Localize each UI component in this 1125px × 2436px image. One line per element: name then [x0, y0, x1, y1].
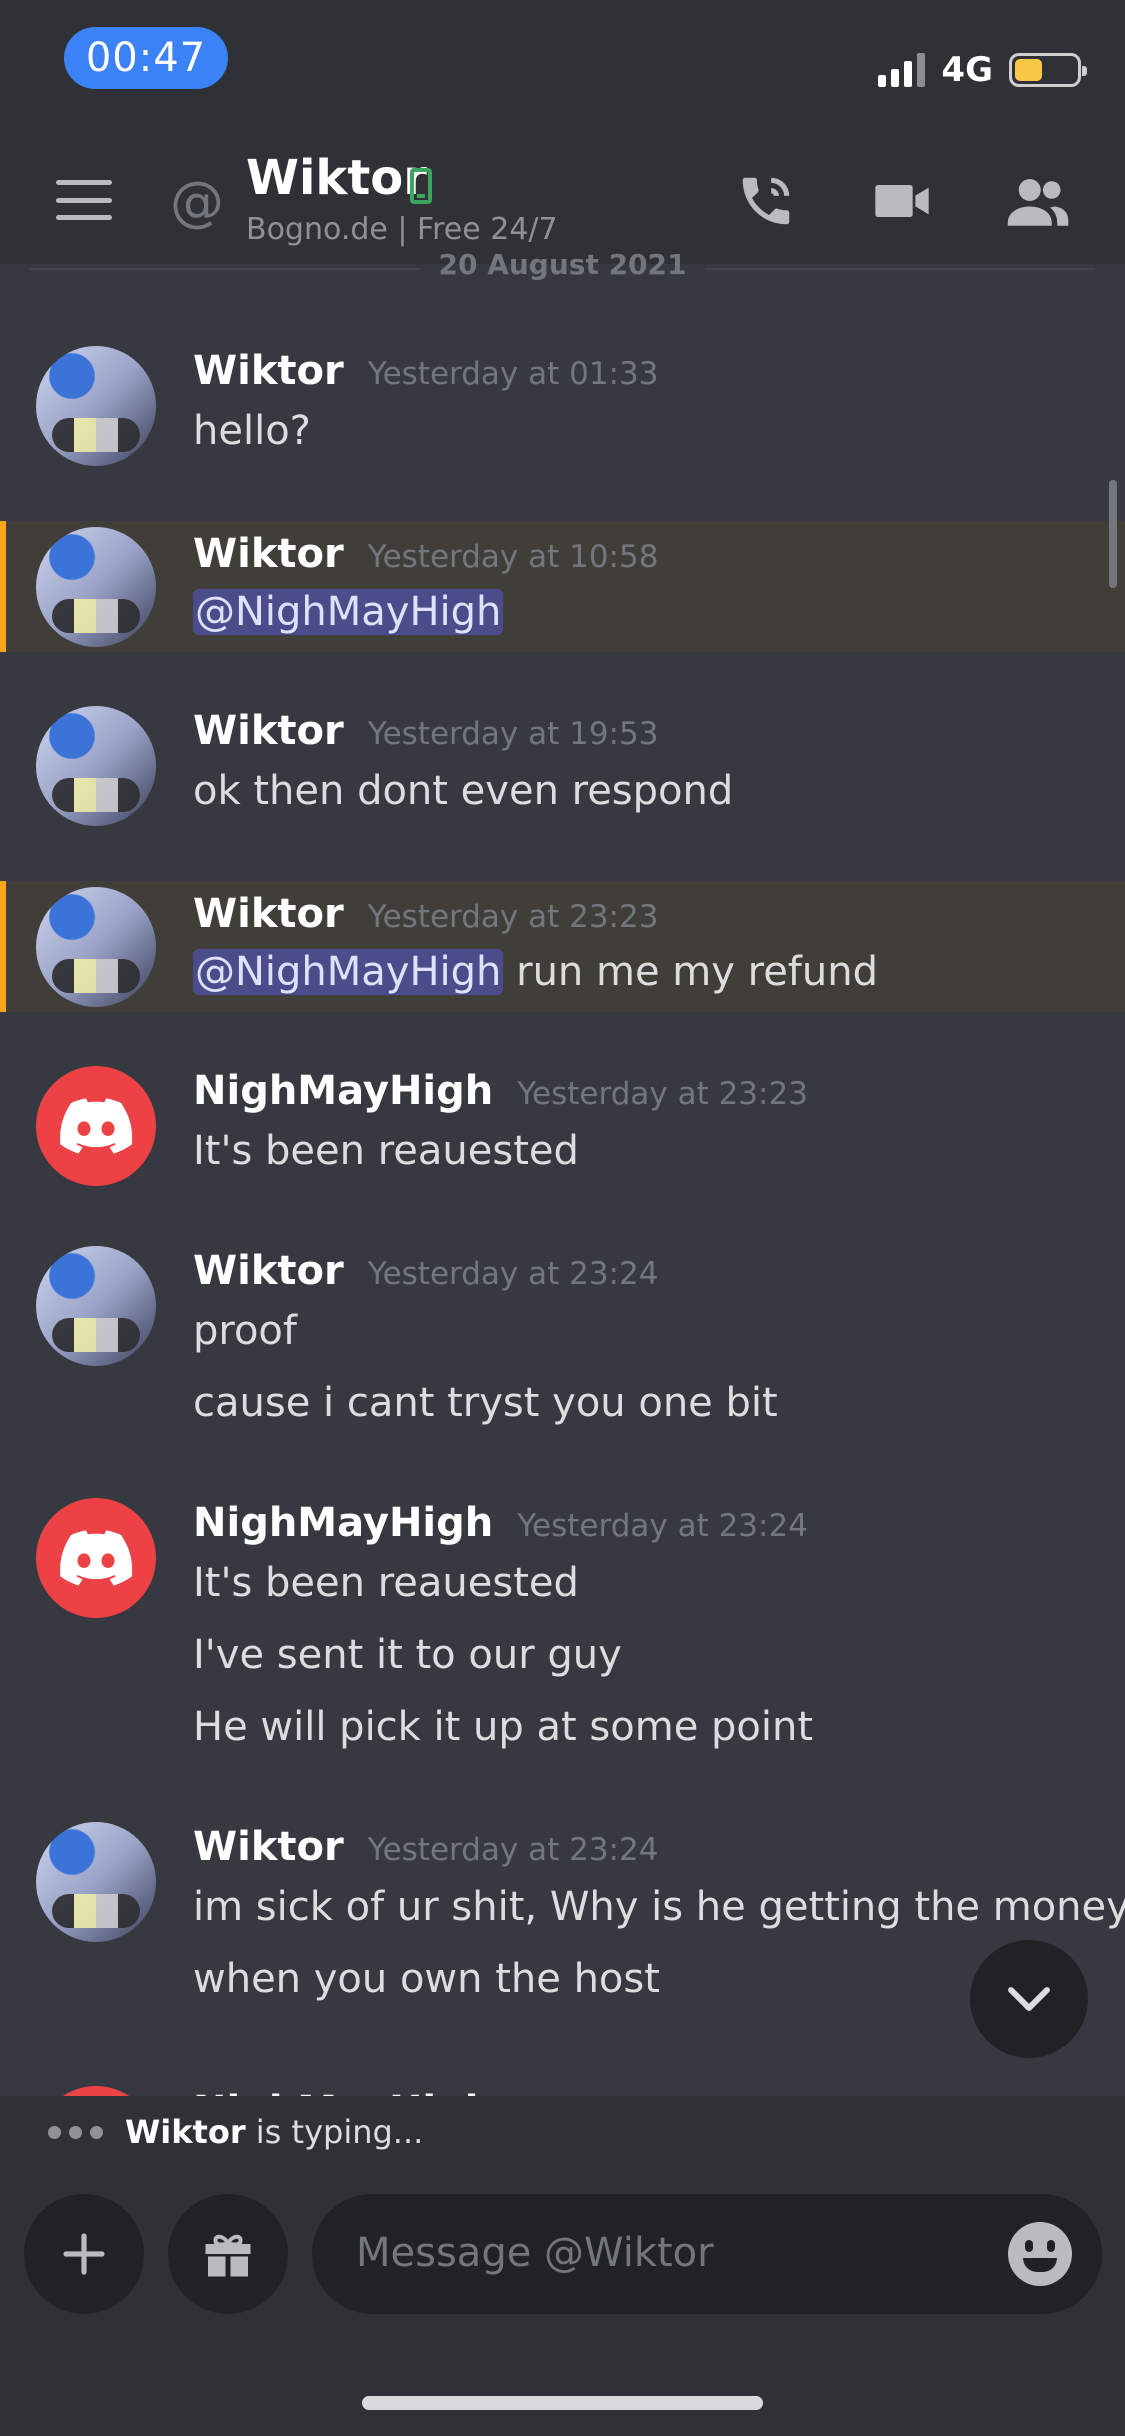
menu-icon[interactable]: [56, 180, 112, 220]
typing-user: Wiktor: [125, 2113, 246, 2151]
message-item[interactable]: Wiktor Yesterday at 23:24 proof cause i c…: [0, 1234, 1125, 1454]
mobile-status-icon: [410, 168, 432, 204]
typing-indicator: Wiktor is typing...: [0, 2096, 1125, 2168]
jump-to-latest-button[interactable]: [970, 1940, 1088, 2058]
avatar[interactable]: [36, 706, 156, 826]
message-text: hello?: [193, 408, 311, 454]
status-indicators: 4G: [878, 46, 1087, 94]
call-icon[interactable]: [733, 168, 799, 234]
message-composer: Message @Wiktor: [0, 2168, 1125, 2436]
chevron-down-icon: [1008, 1987, 1050, 2011]
top-bar: 00:47 4G @ Wiktor Bogno.de | Free 24/7: [0, 0, 1125, 264]
typing-suffix: is typing...: [255, 2113, 424, 2151]
members-icon[interactable]: [1005, 168, 1071, 234]
message-text: im sick of ur shit, Why is he getting th…: [193, 1884, 1125, 1930]
timestamp: Yesterday at 23:24: [367, 1832, 659, 1868]
gift-button[interactable]: [168, 2194, 288, 2314]
message-item[interactable]: Wiktor Yesterday at 23:24 im sick of ur s…: [0, 1810, 1125, 2030]
message-item[interactable]: NighMayHigh Yesterday at 23:23 It's been …: [0, 1054, 1125, 1204]
message-item[interactable]: Wiktor Yesterday at 10:58 @NighMayHigh: [0, 521, 1125, 652]
avatar[interactable]: [36, 2086, 156, 2096]
scrollbar-thumb[interactable]: [1109, 480, 1117, 588]
author-name[interactable]: NighMayHigh: [193, 2088, 493, 2096]
message-text: when you own the host: [193, 1956, 660, 2002]
message-text: run me my refund: [516, 949, 878, 995]
message-text: ok then dont even respond: [193, 768, 734, 814]
author-name[interactable]: Wiktor: [193, 1248, 344, 1294]
timestamp: Yesterday at 23:23: [517, 1076, 808, 1112]
channel-header: @ Wiktor Bogno.de | Free 24/7: [0, 140, 1125, 264]
message-text: cause i cant tryst you one bit: [193, 1380, 778, 1426]
timestamp: Yesterday at 01:33: [367, 356, 659, 392]
author-name[interactable]: Wiktor: [193, 1824, 344, 1870]
message-item[interactable]: NighMayHigh: [0, 2074, 1125, 2096]
emoji-icon[interactable]: [1008, 2222, 1072, 2286]
battery-icon: [1009, 53, 1087, 87]
avatar[interactable]: [36, 1066, 156, 1186]
author-name[interactable]: Wiktor: [193, 531, 344, 577]
message-input[interactable]: Message @Wiktor: [312, 2194, 1102, 2314]
home-indicator[interactable]: [362, 2396, 763, 2410]
message-text: I've sent it to our guy: [193, 1632, 622, 1678]
user-mention[interactable]: @NighMayHigh: [193, 589, 504, 635]
network-type: 4G: [941, 50, 993, 90]
channel-subtitle: Bogno.de | Free 24/7: [246, 212, 558, 247]
message-text: It's been reauested: [193, 1560, 579, 1606]
channel-title[interactable]: Wiktor: [246, 150, 427, 206]
user-mention[interactable]: @NighMayHigh: [193, 949, 504, 995]
add-attachment-button[interactable]: [24, 2194, 144, 2314]
message-text: proof: [193, 1308, 297, 1354]
plus-icon: [63, 2233, 105, 2275]
discord-logo-icon: [60, 1098, 133, 1154]
typing-dots-icon: [48, 2125, 103, 2139]
author-name[interactable]: Wiktor: [193, 708, 344, 754]
author-name[interactable]: NighMayHigh: [193, 1068, 493, 1114]
avatar[interactable]: [36, 1246, 156, 1366]
message-input-placeholder: Message @Wiktor: [356, 2230, 714, 2276]
signal-icon: [878, 53, 926, 87]
discord-logo-icon: [60, 1530, 133, 1586]
author-name[interactable]: Wiktor: [193, 891, 344, 937]
message-text: It's been reauested: [193, 1128, 579, 1174]
status-time: 00:47: [64, 27, 228, 89]
avatar[interactable]: [36, 527, 156, 647]
video-icon[interactable]: [869, 168, 935, 234]
message-item[interactable]: Wiktor Yesterday at 23:23 @NighMayHigh ru…: [0, 881, 1125, 1012]
avatar[interactable]: [36, 1498, 156, 1618]
gift-icon: [205, 2234, 251, 2277]
avatar[interactable]: [36, 346, 156, 466]
message-item[interactable]: Wiktor Yesterday at 19:53 ok then dont ev…: [0, 694, 1125, 844]
timestamp: Yesterday at 19:53: [367, 716, 659, 752]
message-item[interactable]: Wiktor Yesterday at 01:33 hello?: [0, 334, 1125, 484]
message-item[interactable]: NighMayHigh Yesterday at 23:24 It's been …: [0, 1486, 1125, 1776]
author-name[interactable]: NighMayHigh: [193, 1500, 493, 1546]
author-name[interactable]: Wiktor: [193, 348, 344, 394]
timestamp: Yesterday at 23:24: [517, 1508, 808, 1544]
at-icon: @: [170, 170, 224, 233]
timestamp: Yesterday at 23:24: [367, 1256, 659, 1292]
message-list[interactable]: Wiktor Yesterday at 01:33 hello? Wiktor Ye…: [0, 264, 1125, 2096]
avatar[interactable]: [36, 1822, 156, 1942]
timestamp: Yesterday at 23:23: [367, 899, 659, 935]
timestamp: Yesterday at 10:58: [367, 539, 659, 575]
message-text: He will pick it up at some point: [193, 1704, 814, 1750]
avatar[interactable]: [36, 887, 156, 1007]
